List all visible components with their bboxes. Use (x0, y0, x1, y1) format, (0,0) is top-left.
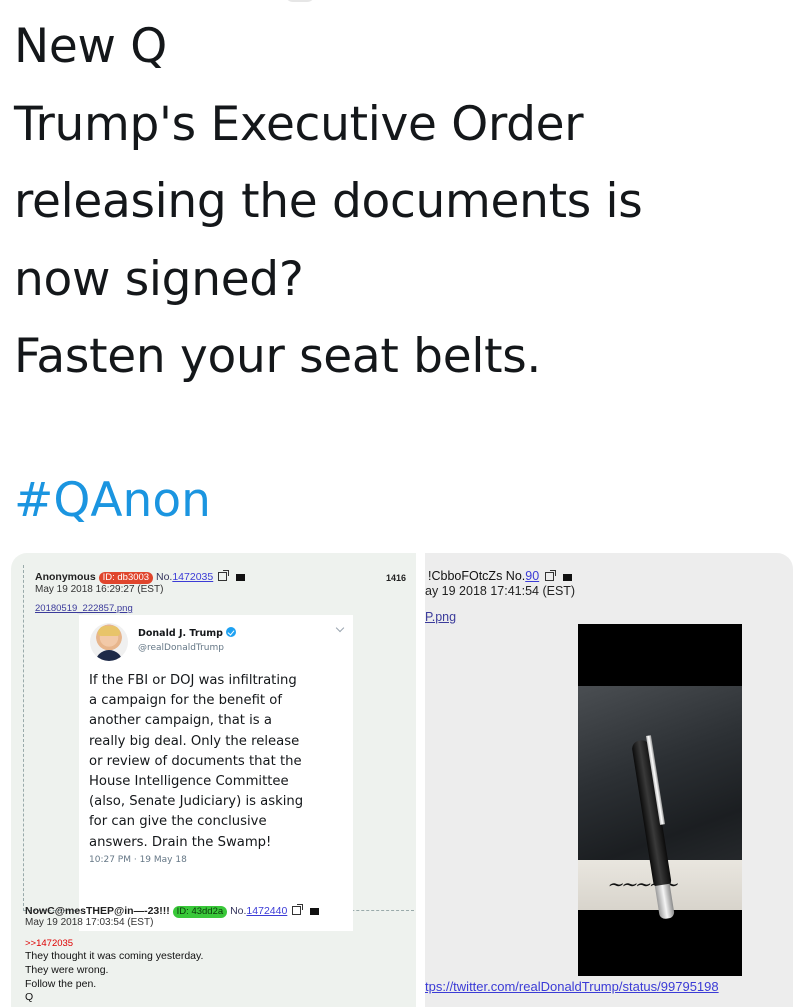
tweet-url-link[interactable]: tps://twitter.com/realDonaldTrump/status… (425, 979, 719, 994)
tweet-line: releasing the documents is (14, 174, 643, 229)
post-date: May 19 2018 16:29:27 (EST) (35, 584, 164, 595)
post-body-line: Q (25, 991, 34, 1004)
folder-icon (236, 574, 246, 581)
embedded-tweet-body: If the FBI or DOJ was infiltrating a cam… (89, 671, 339, 853)
external-link-icon[interactable] (292, 904, 304, 915)
tweet-line: New Q (14, 19, 167, 74)
attached-image-left[interactable]: Anonymous ID: db3003 No.1472035 May 19 2… (11, 553, 416, 1007)
post-body-line: Follow the pen. (25, 977, 97, 990)
hashtag-link[interactable]: #QAnon (14, 462, 211, 539)
embedded-tweet-line: answers. Drain the Swamp! (89, 834, 272, 850)
external-link-icon[interactable] (544, 570, 556, 581)
poster-name: NowC@mesTHEP@in—-23!!! (25, 905, 170, 917)
poster-id-badge: ID: db3003 (98, 572, 154, 584)
post-filename[interactable]: P.png (425, 610, 456, 624)
chevron-down-icon (335, 623, 345, 633)
tweet-line: now signed? (14, 251, 304, 307)
post-filename[interactable]: 20180519_222857.png (35, 603, 133, 614)
post-number-link[interactable]: 1472440 (246, 905, 287, 917)
pen-photo: ~~~~~ (578, 624, 742, 976)
verified-badge-icon (226, 627, 236, 637)
poster-name: Anonymous (35, 571, 96, 583)
embedded-tweet: Donald J. Trump @realDonaldTrump If the … (79, 615, 353, 931)
embedded-tweet-line: another campaign, that is a (89, 713, 272, 729)
embedded-tweet-line: House Intelligence Committee (89, 774, 289, 790)
post-header: !CbboFOtcZs No.90 (428, 569, 573, 583)
post-body: They thought it was coming yesterday. Th… (25, 950, 203, 1005)
embedded-tweet-time: 10:27 PM · 19 May 18 (89, 855, 187, 865)
post-body-line: They were wrong. (25, 963, 109, 976)
embedded-tweet-line: for can give the conclusive (89, 814, 267, 830)
tweet-line: Trump's Executive Order (14, 96, 584, 152)
embedded-tweet-author: Donald J. Trump (138, 627, 236, 639)
post-date: May 19 2018 17:03:54 (EST) (25, 917, 154, 928)
tweet-text: New Q Trump's Executive Order releasing … (14, 8, 784, 396)
avatar (90, 623, 128, 661)
embedded-tweet-line: or review of documents that the (89, 753, 302, 769)
embedded-tweet-line: a campaign for the benefit of (89, 693, 282, 709)
folder-icon (563, 574, 573, 581)
post-header: Anonymous ID: db3003 No.1472035 (35, 570, 246, 584)
tripcode-text: !CbboFOtcZs No. (428, 569, 526, 583)
external-link-icon[interactable] (218, 570, 230, 581)
reply-link[interactable]: >>1472035 (25, 938, 73, 949)
post-date: ay 19 2018 17:41:54 (EST) (425, 584, 576, 598)
embedded-tweet-line: really big deal. Only the release (89, 733, 300, 749)
embedded-tweet-handle: @realDonaldTrump (138, 643, 224, 653)
folder-icon (310, 908, 320, 915)
post-number-prefix: No. (230, 905, 247, 917)
embedded-tweet-line: If the FBI or DOJ was infiltrating (89, 673, 297, 688)
embedded-tweet-line: (also, Senate Judiciary) is asking (89, 794, 304, 810)
post-number-prefix: No. (156, 571, 173, 583)
tweet-line: Fasten your seat belts. (14, 329, 542, 384)
post-number-link[interactable]: 90 (525, 569, 539, 583)
attached-image-right[interactable]: !CbboFOtcZs No.90 ay 19 2018 17:41:54 (E… (425, 553, 793, 1007)
post-body-line: They thought it was coming yesterday. (25, 950, 204, 962)
post-number-link[interactable]: 1472035 (172, 571, 213, 583)
top-decoration (285, 0, 315, 2)
poster-id-badge: ID: 43dd2a (172, 906, 228, 918)
post-count: 1416 (386, 573, 407, 583)
author-name: Donald J. Trump (138, 628, 223, 639)
